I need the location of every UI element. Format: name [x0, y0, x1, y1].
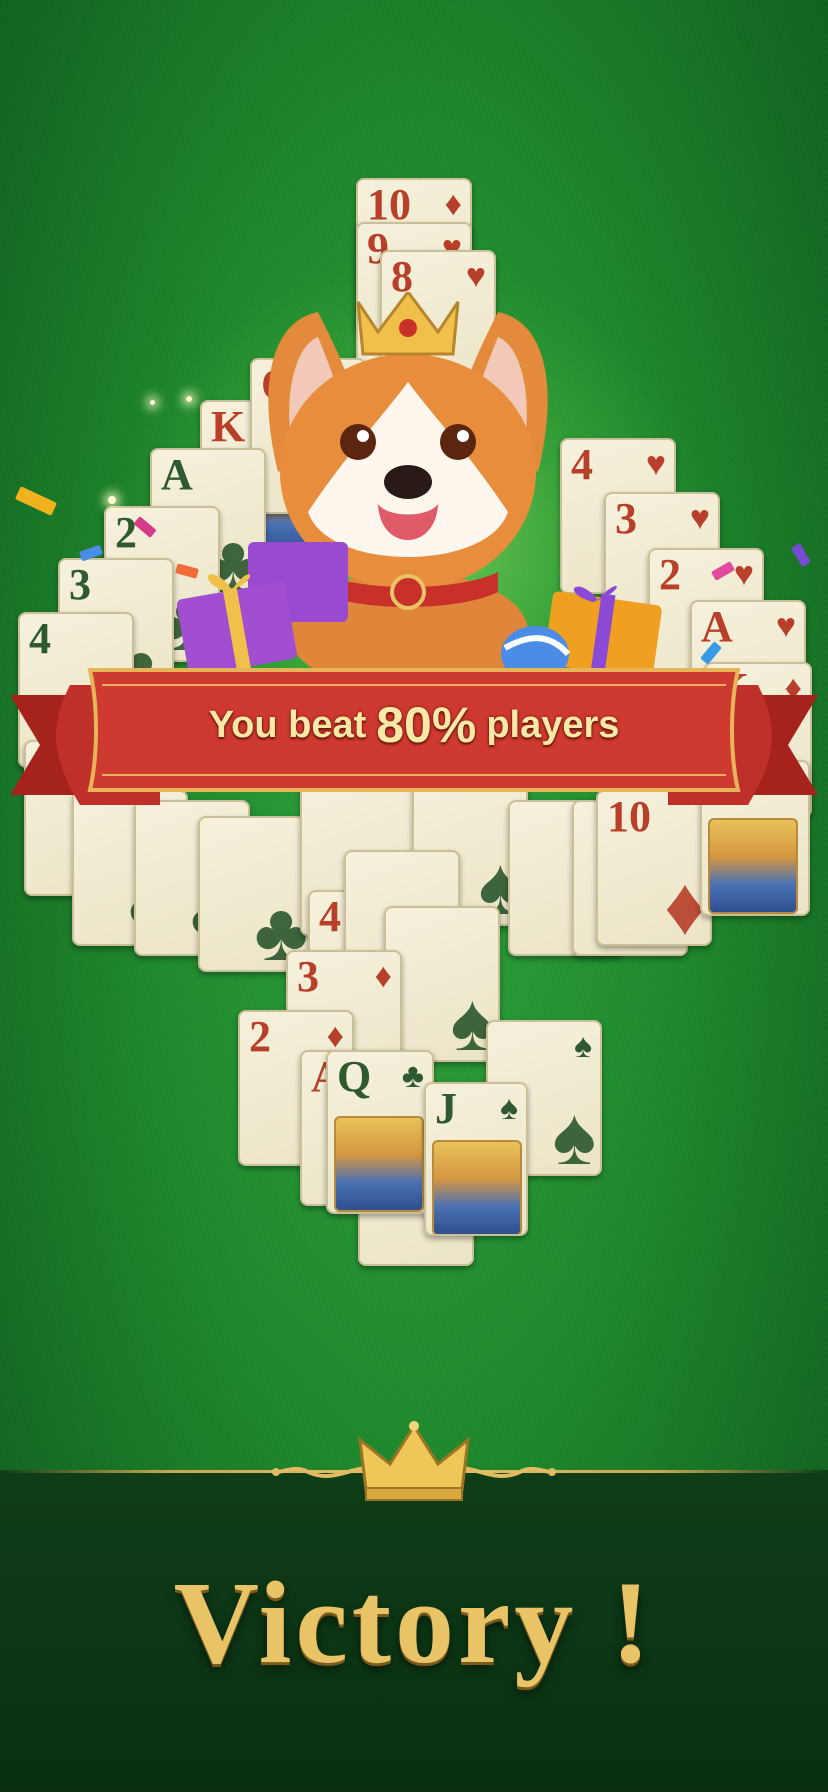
spade-icon: ♠ [573, 1028, 592, 1065]
heart-icon: ♥ [465, 258, 486, 295]
spade-icon: ♠ [552, 1091, 596, 1176]
sparkle [108, 496, 116, 504]
card-clubs-left-4: ♣ [198, 816, 314, 972]
diamond-icon: ♦ [444, 186, 462, 223]
spade-icon: ♠ [499, 1090, 518, 1127]
card-rank: J [435, 1084, 457, 1133]
card-rank: 2 [115, 508, 137, 557]
card-rank: K [211, 402, 246, 451]
card-rank: 3 [297, 952, 319, 1001]
card-jack-spades: J ♠ [424, 1082, 528, 1236]
card-rank: 4 [571, 440, 593, 489]
banner-suffix: players [486, 703, 620, 746]
card-rank: Q [337, 1052, 372, 1101]
gift-box-icon [176, 574, 297, 670]
jack-face-art [432, 1140, 522, 1234]
card-rank: 2 [249, 1012, 271, 1061]
card-rank: 4 [319, 892, 341, 941]
heart-icon: ♥ [775, 608, 796, 645]
heart-icon: ♥ [645, 446, 666, 483]
card-queen-clubs: Q ♣ [326, 1050, 434, 1214]
score-banner-text: You beat 80% players [100, 690, 728, 760]
card-rank: 3 [615, 494, 637, 543]
card-rank: 4 [29, 614, 51, 663]
card-rank: 3 [69, 560, 91, 609]
beat-percent: 80% [376, 697, 477, 753]
diamond-icon: ♦ [326, 1018, 344, 1055]
crown-icon [358, 1421, 470, 1501]
victory-title: Victory ! [173, 1557, 655, 1688]
card-rank: A [161, 450, 193, 499]
banner-prefix: You beat [208, 703, 367, 746]
diamond-icon: ♦ [374, 958, 392, 995]
heart-icon: ♥ [689, 500, 710, 537]
jack-face-art [708, 818, 798, 914]
club-icon: ♣ [401, 1058, 424, 1095]
heart-icon: ♥ [733, 556, 754, 593]
sparkle [186, 396, 192, 402]
queen-face-art [334, 1116, 424, 1212]
sparkle [150, 400, 155, 405]
